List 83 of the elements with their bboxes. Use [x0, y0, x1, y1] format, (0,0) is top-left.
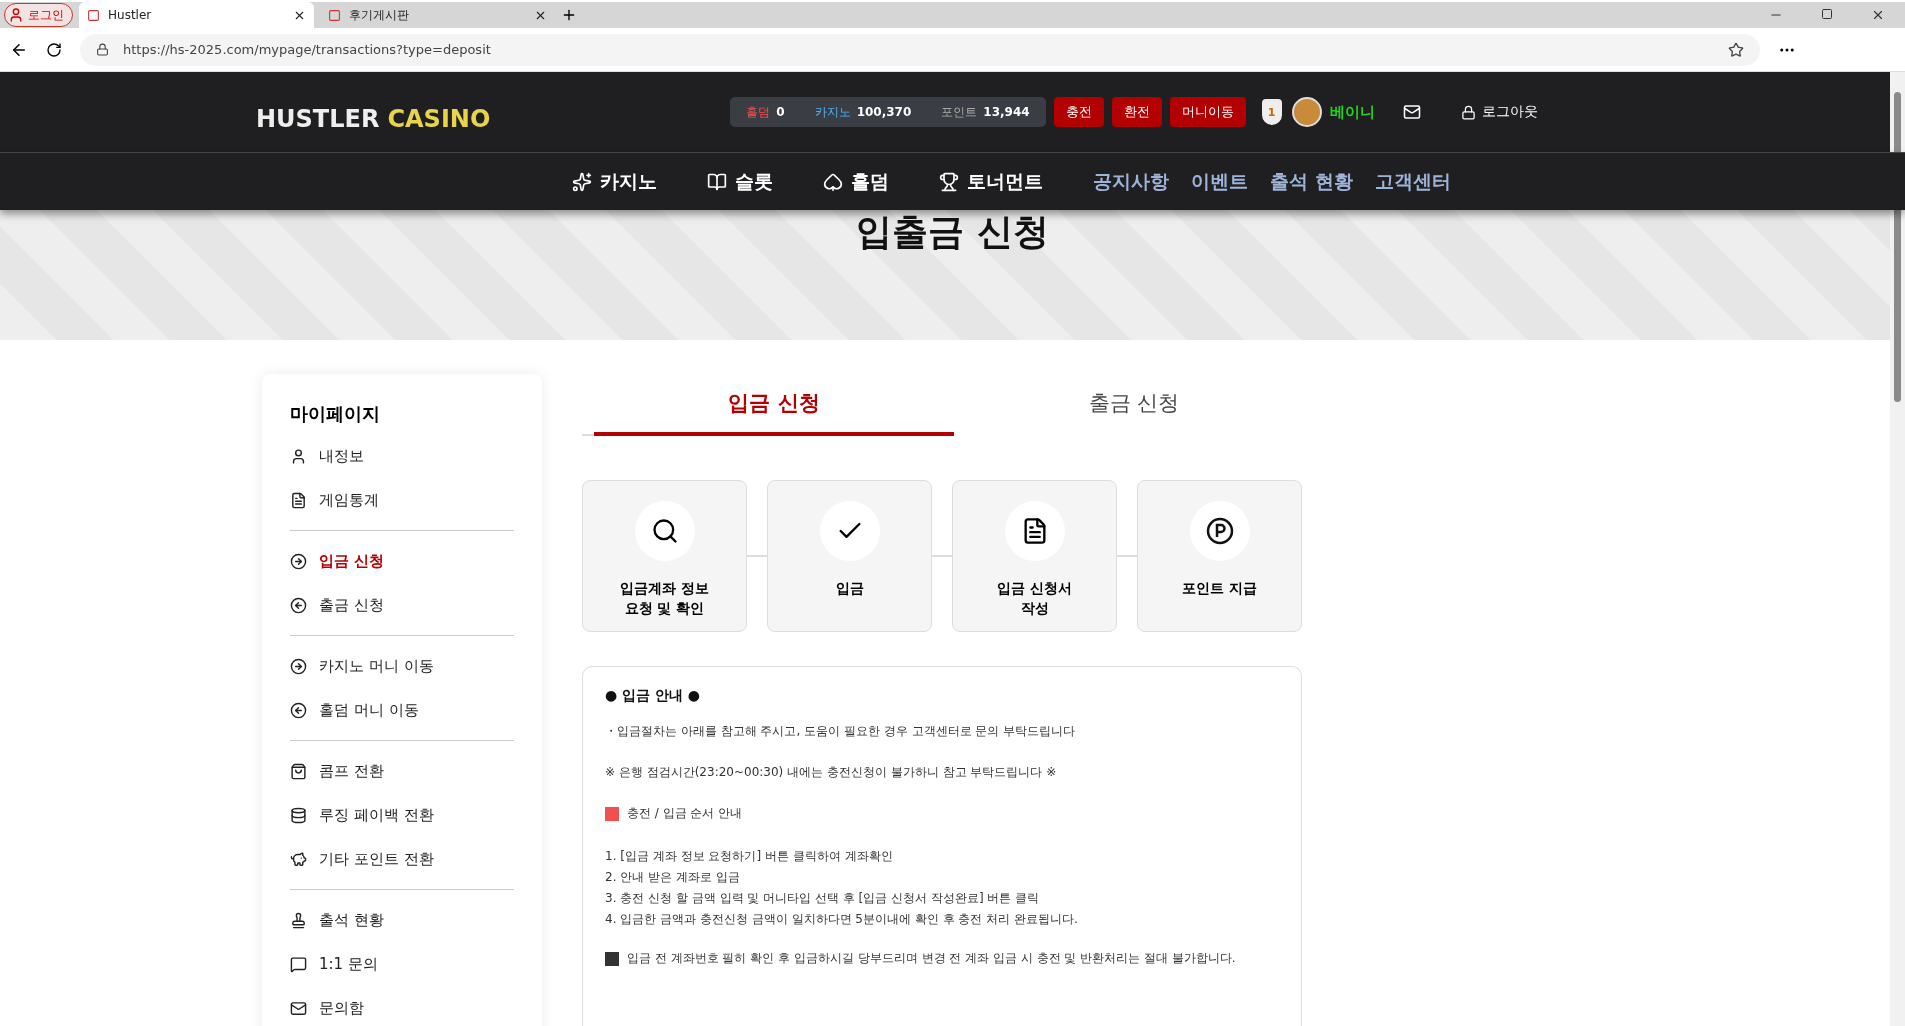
maximize-icon[interactable]: [1821, 8, 1833, 20]
nav-link[interactable]: 고객센터: [1374, 168, 1451, 195]
avatar: [1291, 97, 1322, 127]
arrow-right-circle-icon: [290, 552, 307, 570]
tab-title: 후기게시판: [349, 6, 409, 24]
nav-link[interactable]: 공지사항: [1093, 168, 1170, 195]
nav-link[interactable]: 이벤트: [1191, 168, 1249, 195]
new-tab-icon[interactable]: [561, 7, 577, 23]
url-text: https://hs-2025.com/mypage/transactions?type=deposit: [123, 42, 491, 57]
reload-icon[interactable]: [46, 41, 62, 58]
balance-item: 카지노 100,370: [814, 103, 912, 121]
search-icon: [650, 517, 679, 545]
trophy-icon: [939, 171, 960, 192]
notice-title: ● 입금 안내 ●: [605, 687, 702, 705]
balance-item: 홀덤 0: [746, 103, 785, 121]
profile-button[interactable]: 로그인: [4, 3, 73, 27]
logo[interactable]: HUSTLER CASINO: [256, 105, 491, 133]
step-instruction: 3. 충전 신청 할 금액 입력 및 머니타입 선택 후 [입금 신청서 작성완료] 버튼 클릭: [605, 890, 1041, 907]
scrollbar[interactable]: [1890, 72, 1905, 1026]
sidebar-item[interactable]: 1:1 문의: [290, 942, 514, 986]
sidebar-item[interactable]: 입금 신청: [290, 539, 514, 583]
mail-icon: [290, 999, 307, 1017]
sidebar-item[interactable]: 기타 포인트 전환: [290, 837, 514, 881]
sidebar-item[interactable]: 출석 현황: [290, 898, 514, 942]
person-icon: [290, 447, 307, 465]
point-coin-icon: [1205, 517, 1234, 545]
notice-text: ※ 은행 점검시간(23:20~00:30) 내에는 충전신청이 불가하니 참고 부탁드립니다 ※: [605, 764, 1057, 781]
arrow-left-circle-icon: [290, 596, 307, 614]
sidebar-item[interactable]: 카지노 머니 이동: [290, 644, 514, 688]
arrow-left-circle-icon: [290, 701, 307, 719]
notice-text: ・입금절차는 아래를 참고해 주시고, 도움이 필요한 경우 고객센터로 문의 부탁드립니다: [605, 723, 1076, 740]
browser-tab[interactable]: 후기게시판: [320, 2, 555, 28]
action-button[interactable]: 환전: [1111, 97, 1162, 127]
nav-link[interactable]: 토너먼트: [939, 168, 1044, 195]
browser-tab[interactable]: Hustler: [79, 2, 314, 28]
sidebar-item[interactable]: 게임통계: [290, 478, 514, 522]
spade-icon: [823, 171, 844, 192]
stamp-icon: [290, 911, 307, 929]
square-icon: [605, 951, 619, 966]
close-icon[interactable]: [1871, 8, 1885, 22]
sidebar-item[interactable]: 내정보: [290, 434, 514, 478]
level-badge: 1: [1261, 99, 1282, 125]
person-icon: [8, 7, 24, 23]
action-button[interactable]: 충전: [1053, 97, 1104, 127]
sidebar-item[interactable]: 문의함: [290, 986, 514, 1026]
piggy-bank-icon: [290, 850, 307, 868]
step-label: 입금계좌 정보 요청 및 확인: [620, 579, 709, 618]
sidebar-item[interactable]: 출금 신청: [290, 583, 514, 627]
step-instruction: 2. 안내 받은 계좌로 입금: [605, 869, 741, 886]
step-label: 입금: [835, 579, 864, 598]
nav-link[interactable]: 슬롯: [707, 168, 774, 195]
sidebar-item[interactable]: 루징 페이백 전환: [290, 793, 514, 837]
nav-link[interactable]: 홀덤: [823, 168, 890, 195]
mail-icon[interactable]: [1402, 103, 1421, 121]
favorite-icon[interactable]: [1728, 41, 1744, 58]
document-icon: [290, 491, 307, 509]
coins-icon: [290, 806, 307, 824]
step-instruction: 4. 입금한 금액과 충전신청 금액이 일치하다면 5분이내에 확인 후 충전 처리 완료됩니다.: [605, 911, 1079, 928]
chat-icon: [290, 955, 307, 973]
warning-text: 입금 전 계좌번호 필히 확인 후 입금하시길 당부드리며 변경 전 계좌 입금 시 충전 및 반환처리는 절대 불가합니다.: [627, 950, 1236, 967]
lock-icon: [1460, 104, 1476, 120]
site-icon: [87, 8, 100, 22]
user-name: 베이니: [1329, 102, 1375, 122]
page-title: 입출금 신청: [856, 210, 1049, 254]
site-icon: [328, 8, 341, 22]
step-label: 포인트 지급: [1182, 579, 1257, 598]
arrow-right-circle-icon: [290, 657, 307, 675]
step-instruction: 1. [입금 계좌 정보 요청하기] 버튼 클릭하여 계좌확인: [605, 848, 894, 865]
sidebar-item[interactable]: 콤프 전환: [290, 749, 514, 793]
action-button[interactable]: 머니이동: [1169, 97, 1246, 127]
logout-link[interactable]: 로그아웃: [1460, 103, 1538, 121]
address-bar[interactable]: https://hs-2025.com/mypage/transactions?type=deposit: [80, 33, 1760, 66]
balance-item: 포인트 13,944: [941, 103, 1030, 121]
bag-icon: [290, 762, 307, 780]
sidebar-title: 마이페이지: [290, 402, 381, 426]
nav-link[interactable]: 카지노: [572, 168, 658, 195]
square-icon: [605, 806, 619, 821]
sidebar-item[interactable]: 홀덤 머니 이동: [290, 688, 514, 732]
nav-link[interactable]: 출석 현황: [1270, 168, 1353, 195]
tab-title: Hustler: [108, 8, 152, 22]
notice-heading: 충전 / 입금 순서 안내: [627, 805, 743, 822]
lock-icon: [96, 43, 109, 56]
step-label: 입금 신청서 작성: [997, 579, 1072, 618]
